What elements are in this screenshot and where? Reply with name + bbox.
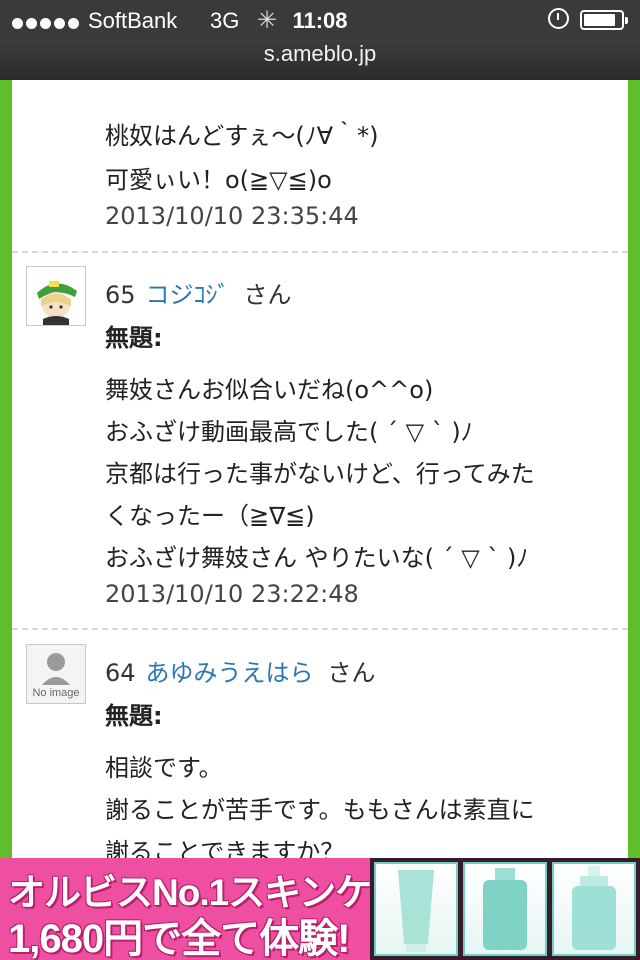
comment-text-line: おふざけ動画最高でした( ´ ▽ ` )ﾉ bbox=[105, 418, 473, 446]
comment-text-line: 桃奴はんどすぇ〜(ﾉ∀｀*) bbox=[105, 122, 379, 150]
comment-text-line: 京都は行った事がないけど、行ってみた bbox=[105, 460, 535, 488]
comment-divider bbox=[12, 628, 628, 630]
comment-subject: 無題: bbox=[105, 702, 163, 730]
product-tube-icon bbox=[374, 862, 458, 956]
product-bottle-icon bbox=[463, 862, 547, 956]
ad-banner[interactable]: オルビスNo.1スキンケア 1,680円で全て体験! bbox=[0, 858, 640, 960]
comment-number: 64 bbox=[105, 659, 136, 687]
comment-number: 65 bbox=[105, 281, 136, 309]
alarm-icon bbox=[548, 8, 569, 29]
comment-divider bbox=[12, 251, 628, 253]
comment-text-line: 可愛ぃい！o(≧▽≦)o bbox=[105, 166, 332, 194]
comment-header: 64 あゆみうえはら さん bbox=[105, 653, 376, 688]
clock: 11:08 bbox=[292, 8, 348, 33]
comment-author-link[interactable]: コジｺｼﾞ bbox=[146, 281, 230, 309]
no-image-avatar-icon[interactable]: No image bbox=[26, 644, 86, 704]
comment-text-line: 謝ることが苦手です。ももさんは素直に bbox=[105, 796, 535, 824]
comment-subject: 無題: bbox=[105, 324, 163, 352]
battery-icon bbox=[580, 10, 628, 30]
author-honorific: さん bbox=[327, 659, 376, 687]
comment-date: 2013/10/10 23:22:48 bbox=[105, 580, 359, 608]
author-honorific: さん bbox=[243, 281, 292, 309]
comment-text-line: くなったー（≧∇≦) bbox=[105, 502, 315, 530]
ad-offer: 1,680円で全て体験! bbox=[8, 917, 350, 960]
comment-text-line: おふざけ舞妓さん やりたいな( ´ ▽ ` )ﾉ bbox=[105, 544, 529, 572]
url-bar[interactable]: s.ameblo.jp bbox=[0, 40, 640, 80]
user-avatar-icon[interactable] bbox=[26, 266, 86, 326]
url-text: s.ameblo.jp bbox=[263, 41, 377, 66]
comment-date: 2013/10/10 23:35:44 bbox=[105, 202, 359, 230]
comments-list[interactable]: 桃奴はんどすぇ〜(ﾉ∀｀*) 可愛ぃい！o(≧▽≦)o 2013/10/10 2… bbox=[12, 80, 628, 860]
comment-header: 65 コジｺｼﾞ さん bbox=[105, 275, 292, 310]
avatar-label: No image bbox=[32, 687, 80, 699]
comment-text-line: 謝ることできますか？ bbox=[105, 838, 345, 860]
comment-text-line: 舞妓さんお似合いだね(o^^o) bbox=[105, 376, 434, 404]
comment-author-link[interactable]: あゆみうえはら bbox=[146, 659, 314, 687]
comment-text-line: 相談です。 bbox=[105, 754, 223, 782]
ad-product-images bbox=[370, 858, 640, 960]
status-bar: SoftBank 3G ✳ 11:08 bbox=[0, 0, 640, 40]
product-pump-bottle-icon bbox=[552, 862, 636, 956]
